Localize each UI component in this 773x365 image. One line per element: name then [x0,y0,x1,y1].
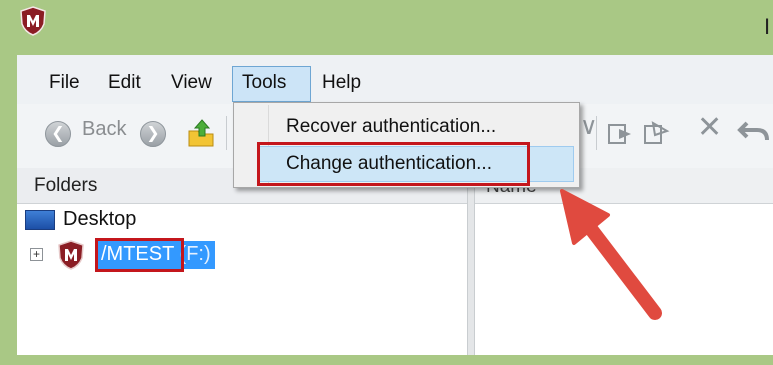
move-to-icon[interactable] [641,119,671,147]
folders-header-label: Folders [34,175,98,196]
window-title: I [764,14,771,39]
title-bar [0,0,773,55]
menu-view[interactable]: View [167,68,216,100]
forward-arrow-icon[interactable]: ❯ [140,121,166,147]
drive-letter: (F:) [179,243,211,265]
pane-splitter[interactable] [467,168,475,355]
delete-x-icon[interactable]: ✕ [697,110,722,145]
toolbar-separator [226,116,227,150]
menu-tools[interactable]: Tools [238,68,290,100]
back-arrow-icon[interactable]: ❮ [45,121,71,147]
app-shield-icon [20,6,46,36]
change-authentication-callout-box [257,142,530,186]
window-frame-bottom [0,355,773,365]
back-button-label[interactable]: Back [82,118,126,141]
menu-edit[interactable]: Edit [104,68,145,100]
tree-item-desktop[interactable]: Desktop [63,208,136,231]
drive-callout-box [95,238,184,272]
desktop-icon [25,210,55,230]
up-folder-icon[interactable] [186,117,216,149]
window-frame-left [0,55,17,365]
pointer-arrow-icon [560,189,662,320]
menu-help[interactable]: Help [318,68,365,100]
expand-plus-icon[interactable]: + [30,248,43,261]
toolbar-partial-icon: ∨ [580,113,598,140]
copy-to-icon[interactable] [606,119,634,147]
menu-item-recover-authentication[interactable]: Recover authentication... [286,116,496,138]
undo-icon[interactable] [737,117,773,147]
drive-shield-icon [58,240,84,270]
menu-file[interactable]: File [45,68,84,100]
